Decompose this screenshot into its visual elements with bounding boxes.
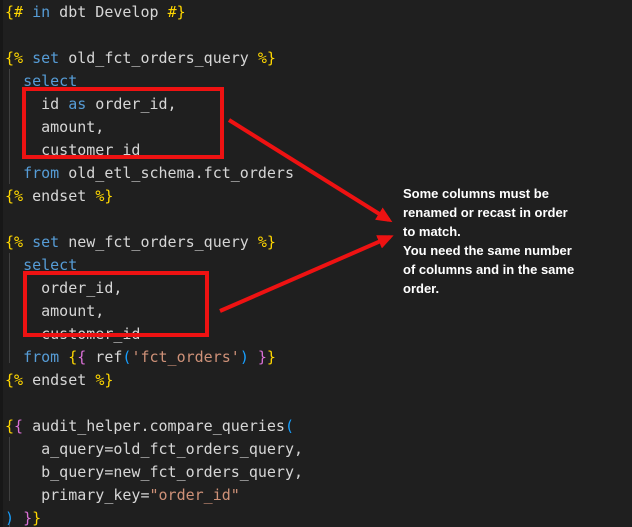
code-token: } — [267, 348, 276, 366]
code-line[interactable]: a_query=old_fct_orders_query, — [5, 438, 303, 461]
code-token: endset — [23, 371, 95, 389]
code-line[interactable]: select — [5, 70, 303, 93]
annotation-note: Some columns must berenamed or recast in… — [403, 184, 574, 298]
code-token — [14, 509, 23, 527]
code-token: } — [258, 348, 267, 366]
code-token: } — [23, 509, 32, 527]
code-token: endset — [23, 187, 95, 205]
code-token — [5, 348, 23, 366]
code-token: ) — [5, 509, 14, 527]
code-token: id — [5, 95, 68, 113]
code-token: { — [14, 417, 23, 435]
code-token: amount, — [5, 118, 104, 136]
code-token: as — [68, 95, 86, 113]
code-token — [5, 72, 23, 90]
code-line[interactable]: {% set new_fct_orders_query %} — [5, 231, 303, 254]
code-token: ) — [240, 348, 249, 366]
note-line: renamed or recast in order — [403, 203, 574, 222]
code-line[interactable]: ) }} — [5, 507, 303, 527]
code-token: audit_helper.compare_queries — [23, 417, 285, 435]
code-line[interactable]: b_query=new_fct_orders_query, — [5, 461, 303, 484]
code-token: dbt Develop — [50, 3, 167, 21]
code-line[interactable]: customer_id — [5, 323, 303, 346]
code-line[interactable]: customer_id — [5, 139, 303, 162]
code-token: 'fct_orders' — [131, 348, 239, 366]
code-token: customer_id — [5, 325, 140, 343]
code-editor[interactable]: {# in dbt Develop #} {% set old_fct_order… — [5, 1, 303, 527]
code-line[interactable]: {% endset %} — [5, 185, 303, 208]
code-token: order_id, — [5, 279, 122, 297]
code-token: {% — [5, 233, 23, 251]
code-token: old_etl_schema.fct_orders — [59, 164, 294, 182]
code-line[interactable] — [5, 24, 303, 47]
code-token: {% — [5, 371, 23, 389]
code-line[interactable]: amount, — [5, 116, 303, 139]
code-token: %} — [95, 371, 113, 389]
code-token: ref — [86, 348, 122, 366]
code-line[interactable]: {{ audit_helper.compare_queries( — [5, 415, 303, 438]
code-token: new_fct_orders_query — [59, 233, 258, 251]
code-token: from — [23, 348, 59, 366]
note-line: Some columns must be — [403, 184, 574, 203]
note-line: to match. — [403, 222, 574, 241]
note-line: of columns and in the same — [403, 260, 574, 279]
code-token: %} — [258, 233, 276, 251]
code-token: "order_id" — [150, 486, 240, 504]
code-line[interactable]: from {{ ref('fct_orders') }} — [5, 346, 303, 369]
note-line: You need the same number — [403, 241, 574, 260]
code-line[interactable]: amount, — [5, 300, 303, 323]
code-token: {% — [5, 187, 23, 205]
code-token — [249, 348, 258, 366]
code-token: ( — [285, 417, 294, 435]
note-line: order. — [403, 279, 574, 298]
editor-left-edge — [0, 0, 3, 527]
code-token — [5, 164, 23, 182]
code-line[interactable]: from old_etl_schema.fct_orders — [5, 162, 303, 185]
code-token: } — [32, 509, 41, 527]
code-token — [23, 3, 32, 21]
code-token: { — [68, 348, 77, 366]
code-token: { — [77, 348, 86, 366]
code-line[interactable]: order_id, — [5, 277, 303, 300]
code-line[interactable] — [5, 208, 303, 231]
code-line[interactable]: select — [5, 254, 303, 277]
code-token: in — [32, 3, 50, 21]
code-line[interactable]: id as order_id, — [5, 93, 303, 116]
code-token: b_query=new_fct_orders_query, — [5, 463, 303, 481]
code-token: set — [32, 49, 59, 67]
code-line[interactable]: primary_key="order_id" — [5, 484, 303, 507]
code-token: amount, — [5, 302, 104, 320]
code-token: %} — [258, 49, 276, 67]
code-line[interactable]: {# in dbt Develop #} — [5, 1, 303, 24]
code-editor-screenshot: {# in dbt Develop #} {% set old_fct_order… — [0, 0, 632, 527]
code-token: primary_key= — [5, 486, 150, 504]
code-token: %} — [95, 187, 113, 205]
code-token: select — [23, 72, 77, 90]
code-token: { — [5, 417, 14, 435]
code-line[interactable] — [5, 392, 303, 415]
code-token — [23, 233, 32, 251]
code-token — [59, 348, 68, 366]
code-token: a_query=old_fct_orders_query, — [5, 440, 303, 458]
code-token: #} — [168, 3, 186, 21]
code-token — [5, 256, 23, 274]
code-token: customer_id — [5, 141, 140, 159]
code-token: old_fct_orders_query — [59, 49, 258, 67]
code-token: order_id, — [86, 95, 176, 113]
code-token — [23, 49, 32, 67]
code-token: set — [32, 233, 59, 251]
code-line[interactable]: {% set old_fct_orders_query %} — [5, 47, 303, 70]
code-token: from — [23, 164, 59, 182]
code-token: {# — [5, 3, 23, 21]
code-token: {% — [5, 49, 23, 67]
code-line[interactable]: {% endset %} — [5, 369, 303, 392]
code-token: select — [23, 256, 77, 274]
